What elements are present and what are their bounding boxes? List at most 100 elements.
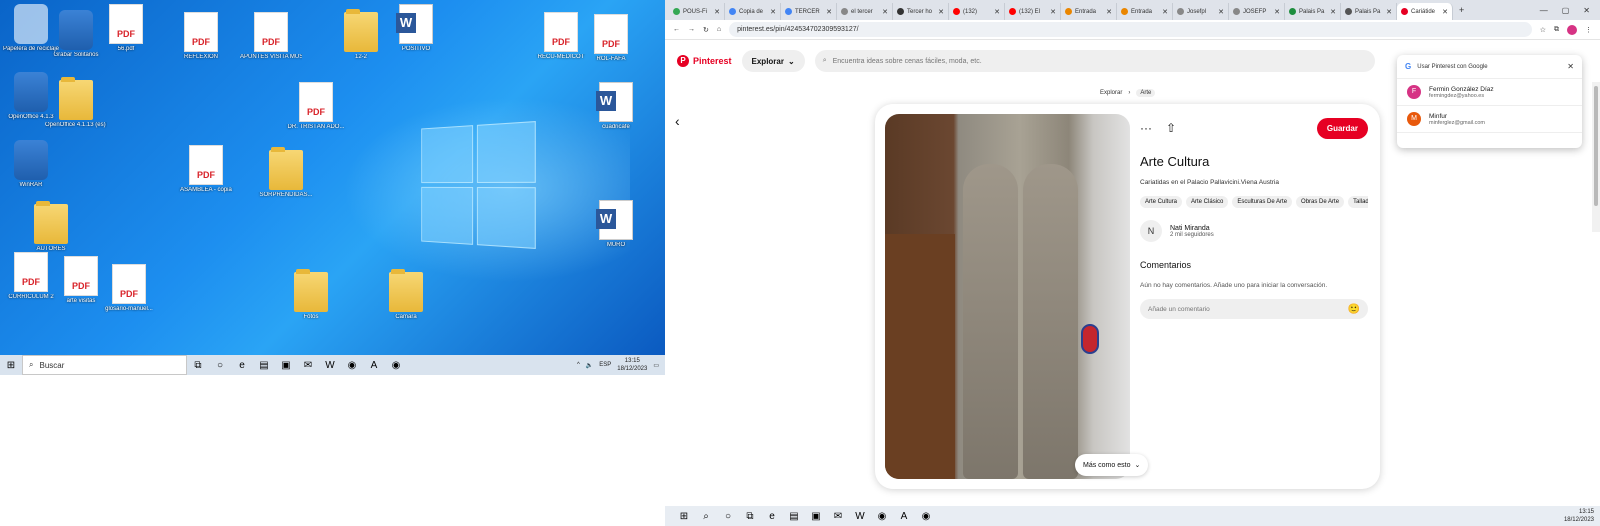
- word-icon[interactable]: W: [319, 355, 341, 375]
- tag-chip[interactable]: Esculturas De Arte: [1232, 196, 1293, 208]
- store-icon[interactable]: ▣: [275, 355, 297, 375]
- edge-icon[interactable]: e: [761, 506, 783, 526]
- explorer-icon[interactable]: ▤: [253, 355, 275, 375]
- author-avatar[interactable]: N: [1140, 220, 1162, 242]
- home-icon[interactable]: ⌂: [717, 26, 721, 33]
- close-tab-icon[interactable]: ✕: [1274, 8, 1280, 16]
- mail-icon[interactable]: ✉: [827, 506, 849, 526]
- scrollbar-thumb[interactable]: [1594, 86, 1598, 206]
- maximize-button[interactable]: ▢: [1562, 6, 1570, 15]
- volume-icon[interactable]: 🔈: [586, 362, 593, 369]
- close-tab-icon[interactable]: ✕: [1386, 8, 1392, 16]
- acrobat-icon[interactable]: A: [893, 506, 915, 526]
- browser-tab[interactable]: (132) ✕: [949, 3, 1005, 20]
- browser-tab[interactable]: Josefpl ✕: [1173, 3, 1229, 20]
- task-view-icon[interactable]: ⧉: [739, 506, 761, 526]
- chrome-icon[interactable]: ◉: [915, 506, 937, 526]
- taskbar-search[interactable]: ⌕ Buscar: [22, 355, 187, 375]
- google-account-row[interactable]: M Minfur minferglez@gmail.com: [1397, 106, 1582, 133]
- edge-icon[interactable]: e: [231, 355, 253, 375]
- desktop-icon[interactable]: W MURO: [585, 200, 647, 249]
- desktop-icon[interactable]: SORPRENDIDAS...: [255, 147, 317, 199]
- desktop-icon[interactable]: PDF DR. TRISTÁN ADO...: [285, 82, 347, 131]
- browser-tab[interactable]: Tercer ho ✕: [893, 3, 949, 20]
- forward-nav-icon[interactable]: →: [688, 26, 695, 33]
- browser-tab[interactable]: Cariátide ✕: [1397, 3, 1453, 20]
- clock[interactable]: 13:15 18/12/2023: [617, 357, 647, 373]
- close-tab-icon[interactable]: ✕: [994, 8, 1000, 16]
- browser-tab[interactable]: POUS-Fi ✕: [669, 3, 725, 20]
- browser-tab[interactable]: Palais Pa ✕: [1285, 3, 1341, 20]
- chevron-up-icon[interactable]: ^: [577, 362, 580, 368]
- mail-icon[interactable]: ✉: [297, 355, 319, 375]
- tag-chip[interactable]: Obras De Arte: [1296, 196, 1345, 208]
- close-tab-icon[interactable]: ✕: [1330, 8, 1336, 16]
- browser-tab[interactable]: Palais Pa ✕: [1341, 3, 1397, 20]
- close-tab-icon[interactable]: ✕: [1050, 8, 1056, 16]
- url-field[interactable]: pinterest.es/pin/424534702309593127/: [729, 22, 1532, 37]
- desktop-icon[interactable]: W POSITIVO: [385, 4, 447, 53]
- desktop-icon[interactable]: PDF REFLEXIÓN: [170, 12, 232, 61]
- scrollbar[interactable]: [1592, 82, 1600, 232]
- author-row[interactable]: N Nati Miranda 2 mil seguidores: [1140, 220, 1368, 242]
- pin-image[interactable]: [885, 114, 1130, 479]
- tag-chip[interactable]: Arte Clásico: [1186, 196, 1229, 208]
- desktop-icon[interactable]: AUTORES: [20, 201, 82, 253]
- pinterest-search-input[interactable]: ⌕ Encuentra ideas sobre cenas fáciles, mo…: [814, 50, 1375, 72]
- cortana-icon[interactable]: ○: [717, 506, 739, 526]
- more-like-this-button[interactable]: Más como esto ⌄: [1075, 454, 1149, 476]
- close-tab-icon[interactable]: ✕: [1106, 8, 1112, 16]
- back-nav-icon[interactable]: ←: [673, 26, 680, 33]
- desktop-icon[interactable]: PDF APUNTES VISITA MUSEO ARTE: [240, 12, 302, 61]
- breadcrumb-explore[interactable]: Explorar: [1100, 90, 1122, 96]
- desktop-icon[interactable]: Fotos: [280, 269, 342, 321]
- comment-input[interactable]: Añade un comentario 🙂: [1140, 299, 1368, 319]
- pinterest-logo[interactable]: P Pinterest: [677, 55, 732, 67]
- browser-tab[interactable]: Entrada ✕: [1117, 3, 1173, 20]
- browser-tab[interactable]: TERCER ✕: [781, 3, 837, 20]
- tag-chip[interactable]: Tallado En: [1348, 196, 1368, 208]
- desktop-icon[interactable]: PDF glosario-manuel...: [98, 264, 160, 313]
- desktop-icon[interactable]: PDF 56.pdf: [95, 4, 157, 53]
- close-icon[interactable]: ✕: [1567, 62, 1574, 71]
- chrome-icon[interactable]: ◉: [341, 355, 363, 375]
- explorer-icon[interactable]: ▤: [783, 506, 805, 526]
- word-icon[interactable]: W: [849, 506, 871, 526]
- desktop-icon[interactable]: OpenOffice 4.1.13 (es) Installation Fi..…: [45, 77, 107, 129]
- start-icon[interactable]: ⊞: [673, 506, 695, 526]
- clock[interactable]: 13:15 18/12/2023: [1564, 508, 1600, 524]
- desktop-icon[interactable]: Wcuadricafe: [585, 82, 647, 131]
- author-name[interactable]: Nati Miranda: [1170, 225, 1214, 232]
- close-tab-icon[interactable]: ✕: [826, 8, 832, 16]
- chrome-icon[interactable]: ◉: [871, 506, 893, 526]
- lang-indicator[interactable]: ESP: [599, 362, 611, 368]
- browser-tab[interactable]: Copia de ✕: [725, 3, 781, 20]
- desktop-icon[interactable]: PDF ASAMBLEA - copia: [175, 145, 237, 194]
- close-tab-icon[interactable]: ✕: [882, 8, 888, 16]
- new-tab-button[interactable]: +: [1453, 5, 1470, 20]
- desktop-icon[interactable]: WinRAR: [0, 140, 62, 189]
- close-tab-icon[interactable]: ✕: [714, 8, 720, 16]
- browser-tab[interactable]: JOSEFP ✕: [1229, 3, 1285, 20]
- acrobat-icon[interactable]: A: [363, 355, 385, 375]
- search-icon[interactable]: ⌕: [695, 506, 717, 526]
- browser-tab[interactable]: Entrada ✕: [1061, 3, 1117, 20]
- extensions-icon[interactable]: ⧉: [1554, 26, 1559, 34]
- notification-icon[interactable]: ▭: [653, 362, 659, 369]
- close-tab-icon[interactable]: ✕: [938, 8, 944, 16]
- close-tab-icon[interactable]: ✕: [1442, 8, 1448, 16]
- desktop-icon[interactable]: PDF ROL-FAFA: [580, 14, 642, 63]
- desktop-icon[interactable]: 12-2: [330, 9, 392, 61]
- desktop-icon[interactable]: Camara: [375, 269, 437, 321]
- share-icon[interactable]: ⇧: [1166, 121, 1176, 135]
- task-view-icon[interactable]: ⧉: [187, 355, 209, 375]
- explore-dropdown[interactable]: Explorar ⌄: [741, 50, 805, 72]
- widgets-icon[interactable]: ○: [209, 355, 231, 375]
- close-window-button[interactable]: ✕: [1583, 6, 1590, 15]
- save-button[interactable]: Guardar: [1316, 117, 1368, 139]
- minimize-button[interactable]: —: [1540, 6, 1548, 15]
- browser-tab[interactable]: (132) El ✕: [1005, 3, 1061, 20]
- close-tab-icon[interactable]: ✕: [770, 8, 776, 16]
- google-account-row[interactable]: F Fermin González Díaz fermingdez@yahoo.es: [1397, 79, 1582, 106]
- more-options-icon[interactable]: ···: [1140, 121, 1152, 135]
